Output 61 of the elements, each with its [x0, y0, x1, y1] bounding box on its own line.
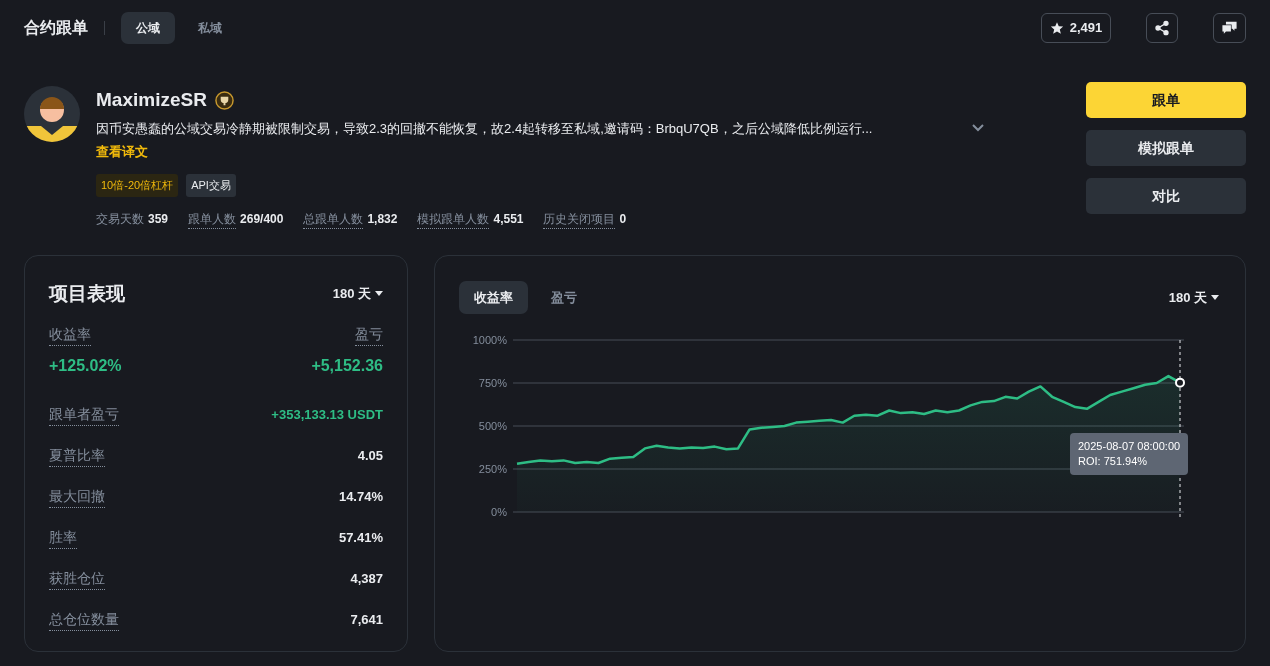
stat-value: 359	[148, 210, 169, 228]
metric-value: +5,152.36	[311, 356, 383, 376]
stat-label: 跟单人数	[188, 209, 237, 229]
trader-name: MaximizeSR	[96, 88, 207, 112]
star-icon	[1049, 21, 1064, 35]
tooltip-value: ROI: 751.94%	[1078, 454, 1149, 470]
stat-value: 269/400	[240, 210, 284, 228]
action-button[interactable]: 模拟跟单	[1086, 130, 1246, 166]
action-button[interactable]: 对比	[1086, 178, 1246, 214]
period-dropdown[interactable]: 180 天	[1168, 287, 1219, 307]
caret-icon	[375, 291, 383, 297]
page-title: 合约跟单	[24, 18, 88, 38]
metric-label: 获胜仓位	[49, 568, 105, 590]
tab[interactable]: 公域	[121, 12, 175, 44]
metric-label: 总仓位数量	[49, 609, 119, 631]
avatar-drawing	[24, 86, 80, 142]
axis-tick-label: 250%	[478, 463, 507, 475]
stat-value: 1,832	[367, 210, 398, 228]
stat-label: 交易天数	[96, 210, 144, 228]
axis-tick-label: 0%	[491, 506, 507, 518]
metric-value: 4,387	[350, 570, 383, 589]
hover-point	[1175, 377, 1185, 388]
tooltip-date: 2025-08-07 08:00:00	[1078, 438, 1181, 454]
metric-label: 胜率	[49, 527, 77, 549]
axis-tick-label: 750%	[478, 377, 507, 389]
metric-label: 跟单者盈亏	[49, 404, 119, 426]
share-icon	[1154, 20, 1170, 36]
chevron-down-icon[interactable]	[972, 124, 984, 133]
metric-value: +125.02%	[49, 356, 122, 376]
period-dropdown[interactable]: 180 天	[332, 284, 383, 304]
share-button[interactable]	[1146, 13, 1178, 43]
trophy-badge-icon	[214, 90, 234, 110]
chat-button[interactable]	[1213, 13, 1246, 43]
chart-tab[interactable]: 收益率	[459, 280, 528, 314]
chat-icon	[1221, 20, 1238, 36]
metric-label: 最大回撤	[49, 486, 105, 508]
metric-label: 收益率	[49, 324, 91, 346]
bio-text: 因币安愚蠢的公域交易冷静期被限制交易，导致2.3的回撤不能恢复，故2.4起转移至私域,邀请码：BrbqU7QB，之后公域降低比例运行...	[96, 119, 873, 138]
stat-label: 模拟跟单人数	[417, 209, 490, 229]
metric-label: 盈亏	[355, 324, 383, 346]
stat-label: 历史关闭项目	[543, 209, 616, 229]
stat-label: 总跟单人数	[303, 209, 364, 229]
stat-value: 0	[619, 210, 627, 228]
card-title: 项目表现	[49, 281, 125, 306]
metric-label: 夏普比率	[49, 445, 105, 467]
action-button[interactable]: 跟单	[1086, 82, 1246, 118]
stat-value: 4,551	[493, 210, 524, 228]
axis-tick-label: 500%	[478, 420, 507, 432]
caret-icon	[1211, 294, 1219, 300]
tag: API交易	[186, 174, 236, 197]
metric-value: +353,133.13 USDT	[271, 406, 383, 425]
favorite-button[interactable]: 2,491	[1041, 13, 1111, 43]
metric-value: 4.05	[357, 447, 383, 466]
chart-tab[interactable]: 盈亏	[536, 280, 592, 314]
tab[interactable]: 私域	[183, 12, 237, 44]
tag: 10倍-20倍杠杆	[96, 174, 179, 197]
metric-value: 7,641	[350, 611, 383, 630]
metric-value: 57.41%	[338, 529, 383, 548]
translate-link[interactable]: 查看译文	[96, 142, 148, 162]
metric-value: 14.74%	[338, 488, 383, 507]
axis-tick-label: 1000%	[472, 334, 507, 346]
